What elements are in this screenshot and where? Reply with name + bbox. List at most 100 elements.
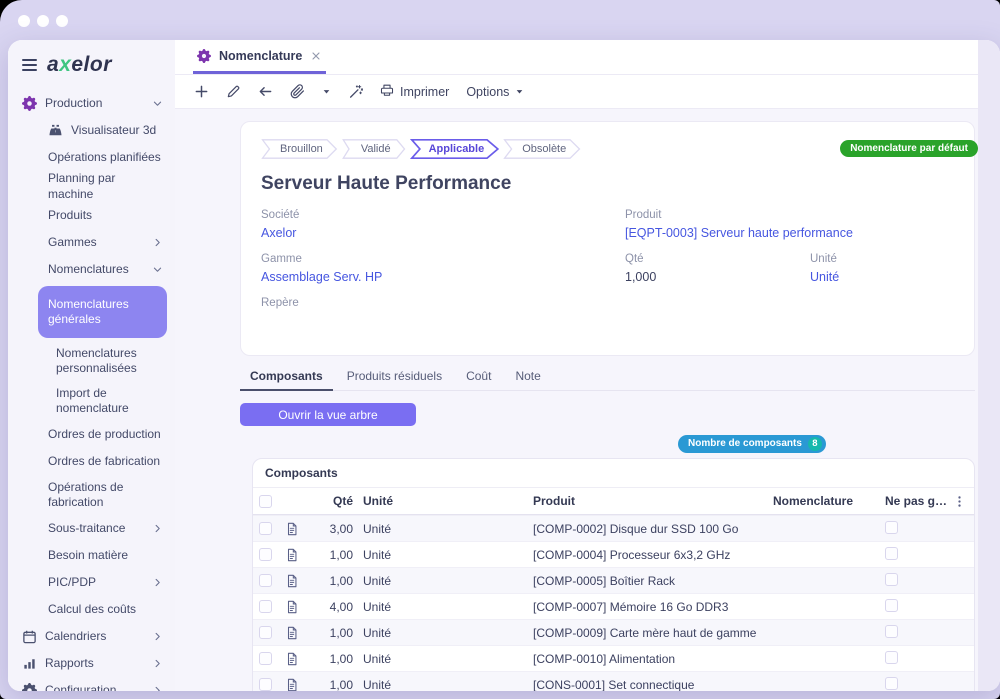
table-row[interactable]: 4,00Unité[COMP-0007] Mémoire 16 Go DDR3 [253, 593, 974, 619]
sidebar-item-ordres-de-fabrication[interactable]: Ordres de fabrication [8, 448, 175, 475]
table-row[interactable]: 1,00Unité[COMP-0010] Alimentation [253, 645, 974, 671]
caret-down-button[interactable] [322, 87, 331, 96]
open-tree-view-button[interactable]: Ouvrir la vue arbre [240, 403, 416, 426]
status-step-valide[interactable]: Validé [342, 138, 406, 160]
chevron-down-icon [152, 264, 163, 275]
sidebar-item-besoin-matiere[interactable]: Besoin matière [8, 542, 175, 569]
window-control-dot[interactable] [18, 15, 30, 27]
tab-cout[interactable]: Coût [456, 365, 501, 391]
sidebar-item-label: Configuration [45, 683, 144, 691]
file-icon[interactable] [285, 678, 317, 692]
row-checkbox[interactable] [259, 626, 272, 639]
file-icon[interactable] [285, 600, 317, 614]
options-button[interactable]: Options [466, 85, 524, 99]
gamme-link[interactable]: Assemblage Serv. HP [261, 270, 611, 286]
menu-hamburger-icon[interactable] [22, 59, 37, 71]
status-step-applicable[interactable]: Applicable [410, 138, 500, 160]
sidebar-item-nomenclatures[interactable]: Nomenclatures [8, 256, 175, 283]
sidebar-item-rapports[interactable]: Rapports [8, 650, 175, 677]
sidebar-item-produits[interactable]: Produits [8, 202, 175, 229]
window-controls[interactable] [18, 15, 68, 27]
no-manage-checkbox[interactable] [885, 625, 898, 638]
chevron-down-icon [152, 98, 163, 109]
sidebar-item-calendriers[interactable]: Calendriers [8, 623, 175, 650]
paperclip-button[interactable] [290, 84, 305, 99]
column-header-unit[interactable]: Unité [363, 494, 533, 508]
column-header-qty[interactable]: Qté [317, 494, 363, 508]
sidebar-item-gammes[interactable]: Gammes [8, 229, 175, 256]
print-button[interactable]: Imprimer [380, 83, 449, 100]
sidebar-item-import-de-nomenclature[interactable]: Import de nomenclature [8, 381, 175, 421]
no-manage-checkbox[interactable] [885, 547, 898, 560]
detail-tabs: ComposantsProduits résiduelsCoûtNote [240, 365, 975, 391]
window-control-dot[interactable] [37, 15, 49, 27]
produit-link[interactable]: [EQPT-0003] Serveur haute performance [625, 226, 954, 242]
tab-note[interactable]: Note [505, 365, 550, 391]
sidebar-item-pic-pdp[interactable]: PIC/PDP [8, 569, 175, 596]
tab-produits-residuels[interactable]: Produits résiduels [337, 365, 452, 391]
sidebar-item-operations-planifiees[interactable]: Opérations planifiées [8, 144, 175, 171]
product-cell: [COMP-0009] Carte mère haut de gamme [533, 626, 773, 640]
chevron-right-icon [152, 631, 163, 642]
no-manage-checkbox[interactable] [885, 599, 898, 612]
components-table: QtéUnitéProduitNomenclatureNe pas gérer … [253, 487, 974, 691]
column-menu-kebab-icon[interactable] [953, 495, 966, 508]
row-checkbox[interactable] [259, 522, 272, 535]
field-produit: Produit [EQPT-0003] Serveur haute perfor… [625, 209, 954, 242]
close-icon[interactable] [310, 50, 322, 62]
row-checkbox[interactable] [259, 574, 272, 587]
sidebar-item-label: Ordres de production [48, 427, 163, 443]
table-row[interactable]: 1,00Unité[COMP-0005] Boîtier Rack [253, 567, 974, 593]
sidebar-item-visualisateur-3d[interactable]: Visualisateur 3d [8, 117, 175, 144]
sidebar-item-nomenclatures-personnalisees[interactable]: Nomenclatures personnalisées [8, 341, 175, 381]
row-checkbox[interactable] [259, 548, 272, 561]
column-header-no-manage[interactable]: Ne pas gérer l... [885, 494, 949, 508]
pencil-button[interactable] [226, 84, 241, 99]
tab-nomenclature[interactable]: Nomenclature [193, 40, 326, 74]
plus-button[interactable] [194, 84, 209, 99]
qte-value[interactable]: 1,000 [625, 270, 810, 286]
tab-composants[interactable]: Composants [240, 365, 333, 391]
no-manage-checkbox[interactable] [885, 651, 898, 664]
vertical-scrollbar[interactable] [978, 40, 1000, 691]
column-header-product[interactable]: Produit [533, 494, 773, 508]
sidebar-item-calcul-des-couts[interactable]: Calcul des coûts [8, 596, 175, 623]
status-step-obsolete[interactable]: Obsolète [503, 138, 581, 160]
row-checkbox[interactable] [259, 652, 272, 665]
societe-link[interactable]: Axelor [261, 226, 611, 242]
sidebar-item-label: Production [45, 96, 144, 112]
qty-cell: 1,00 [317, 652, 363, 666]
file-icon[interactable] [285, 626, 317, 640]
status-step-brouillon[interactable]: Brouillon [261, 138, 338, 160]
no-manage-checkbox[interactable] [885, 677, 898, 690]
table-row[interactable]: 1,00Unité[COMP-0009] Carte mère haut de … [253, 619, 974, 645]
row-checkbox[interactable] [259, 678, 272, 691]
window-control-dot[interactable] [56, 15, 68, 27]
table-row[interactable]: 1,00Unité[CONS-0001] Set connectique [253, 671, 974, 691]
no-manage-checkbox[interactable] [885, 521, 898, 534]
file-icon[interactable] [285, 548, 317, 562]
no-manage-cell [885, 521, 949, 537]
sidebar-item-configuration[interactable]: Configuration [8, 677, 175, 691]
sidebar-item-nomenclatures-generales[interactable]: Nomenclatures générales [38, 286, 167, 338]
column-header-nomenclature[interactable]: Nomenclature [773, 494, 885, 508]
field-qte: Qté 1,000 [625, 253, 810, 286]
arrow-left-button[interactable] [258, 84, 273, 99]
sidebar-item-planning-par-machine[interactable]: Planning par machine [8, 171, 175, 202]
unite-link[interactable]: Unité [810, 270, 954, 286]
repere-value[interactable] [261, 314, 611, 330]
sidebar-item-sous-traitance[interactable]: Sous-traitance [8, 515, 175, 542]
file-icon[interactable] [285, 522, 317, 536]
sidebar-item-operations-de-fabrication[interactable]: Opérations de fabrication [8, 475, 175, 515]
wand-button[interactable] [348, 84, 363, 99]
file-icon[interactable] [285, 574, 317, 588]
no-manage-checkbox[interactable] [885, 573, 898, 586]
select-all-checkbox[interactable] [259, 495, 272, 508]
table-row[interactable]: 1,00Unité[COMP-0004] Processeur 6x3,2 GH… [253, 541, 974, 567]
row-checkbox[interactable] [259, 600, 272, 613]
sidebar-item-production[interactable]: Production [8, 90, 175, 117]
sidebar-item-ordres-de-production[interactable]: Ordres de production [8, 421, 175, 448]
table-row[interactable]: 3,00Unité[COMP-0002] Disque dur SSD 100 … [253, 515, 974, 541]
file-icon[interactable] [285, 652, 317, 666]
sidebar-item-label: Besoin matière [48, 548, 163, 564]
